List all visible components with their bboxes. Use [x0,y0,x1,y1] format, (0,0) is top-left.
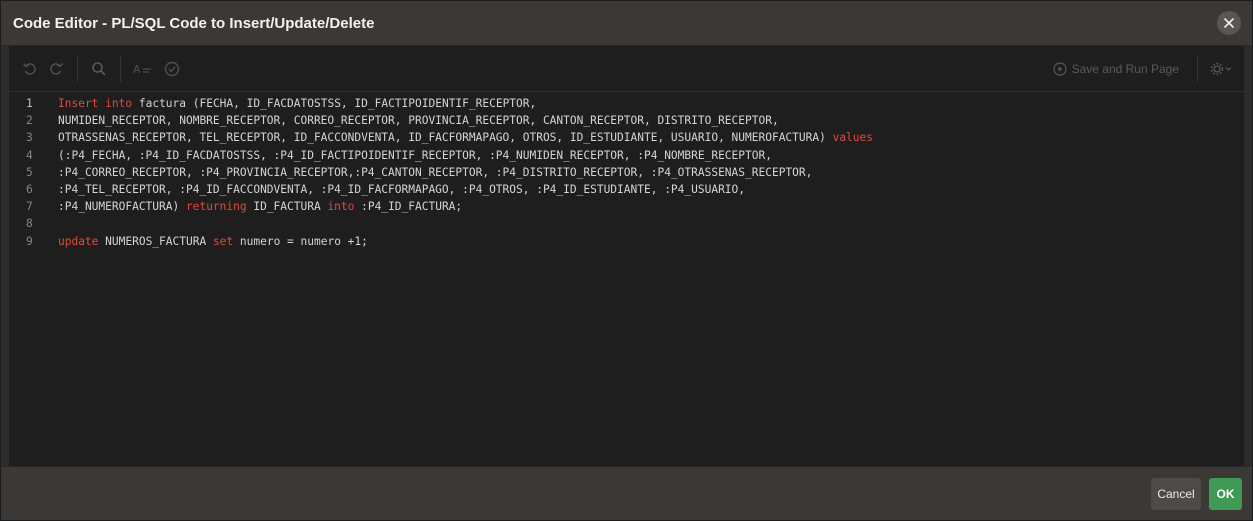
format-icon: A [133,63,151,76]
line-number: 5 [26,165,33,179]
line-number: 8 [26,217,33,231]
dialog-title: Code Editor - PL/SQL Code to Insert/Upda… [13,14,375,32]
code-editor[interactable]: 1 Insert into factura (FECHA, ID_FACDATOS… [9,92,1244,466]
code-token: :P4_NUMEROFACTURA) [58,200,186,214]
line-number: 1 [26,97,33,110]
code-token: NUMIDEN_RECEPTOR, NOMBRE_RECEPTOR, CORRE… [58,114,779,128]
code-token: :P4_TEL_RECEPTOR, :P4_ID_FACCONDVENTA, :… [58,182,746,196]
ok-button[interactable]: OK [1209,477,1242,510]
code-line[interactable]: 6 :P4_TEL_RECEPTOR, :P4_ID_FACCONDVENTA, … [9,181,1244,198]
line-number: 3 [26,131,33,145]
line-number: 9 [26,234,33,248]
sql-keyword: Insert [58,97,99,110]
editor-area: A Save and Run Page 1 Insert into factur… [9,46,1244,466]
code-token: (:P4_FECHA, :P4_ID_FACDATOSTSS, :P4_ID_F… [58,148,772,162]
toolbar-divider [120,55,121,82]
undo-button[interactable] [17,54,43,84]
code-text: :P4_TEL_RECEPTOR, :P4_ID_FACCONDVENTA, :… [47,181,745,198]
sql-keyword: values [832,131,873,145]
code-line[interactable]: 7 :P4_NUMEROFACTURA) returning ID_FACTURA… [9,198,1244,215]
code-line[interactable]: 8 [9,215,1244,232]
search-button[interactable] [86,54,112,84]
code-text: (:P4_FECHA, :P4_ID_FACDATOSTSS, :P4_ID_F… [47,147,772,164]
sql-keyword: set [212,234,234,248]
code-line[interactable]: 2 NUMIDEN_RECEPTOR, NOMBRE_RECEPTOR, CORR… [9,112,1244,129]
search-icon [92,61,106,76]
dialog-footer: Cancel OK [1,466,1252,520]
line-number: 2 [26,114,33,128]
close-button[interactable] [1217,11,1241,35]
code-token: NUMEROS_FACTURA [98,234,213,248]
code-line[interactable]: 5 :P4_CORREO_RECEPTOR, :P4_PROVINCIA_RECE… [9,164,1244,181]
save-and-run-label: Save and Run Page [1071,61,1179,76]
validate-button[interactable] [159,54,185,84]
code-text: :P4_NUMEROFACTURA) returning ID_FACTURA … [47,198,462,215]
redo-icon [50,62,64,75]
sql-keyword: into [327,200,355,214]
dialog-titlebar: Code Editor - PL/SQL Code to Insert/Upda… [1,1,1252,46]
toolbar-divider [77,55,78,82]
line-number: 4 [26,148,33,162]
sql-keyword: returning [185,200,247,214]
code-editor-dialog: Code Editor - PL/SQL Code to Insert/Upda… [0,0,1253,521]
code-token: factura (FECHA, ID_FACDATOSTSS, ID_FACTI… [132,97,537,110]
code-text: Insert into factura (FECHA, ID_FACDATOST… [47,95,536,112]
code-token: OTRASSENAS_RECEPTOR, TEL_RECEPTOR, ID_FA… [58,131,833,145]
code-token: ID_FACTURA [246,200,328,214]
code-line[interactable]: 1 Insert into factura (FECHA, ID_FACDATOS… [9,95,1244,112]
svg-text:A: A [133,63,141,76]
code-text: OTRASSENAS_RECEPTOR, TEL_RECEPTOR, ID_FA… [47,129,873,146]
code-text: update NUMEROS_FACTURA set numero = nume… [47,233,368,250]
validate-icon [164,61,180,76]
undo-icon [22,62,36,75]
play-icon [1052,61,1067,76]
code-line[interactable]: 4 (:P4_FECHA, :P4_ID_FACDATOSTSS, :P4_ID_… [9,147,1244,164]
toolbar-divider [1197,55,1198,82]
sql-keyword: into [105,97,133,110]
format-button[interactable]: A [129,54,159,84]
code-token: :P4_ID_FACTURA; [354,200,463,214]
editor-toolbar: A Save and Run Page [9,46,1244,92]
gear-icon [1210,62,1232,75]
line-number: 6 [26,182,33,196]
sql-keyword: update [58,234,99,248]
code-token: numero = numero +1; [233,234,368,248]
cancel-button[interactable]: Cancel [1151,477,1201,510]
code-token: :P4_CORREO_RECEPTOR, :P4_PROVINCIA_RECEP… [58,165,813,179]
line-number: 7 [26,200,33,214]
close-icon [1224,18,1234,28]
code-line[interactable]: 3 OTRASSENAS_RECEPTOR, TEL_RECEPTOR, ID_F… [9,129,1244,146]
code-text: NUMIDEN_RECEPTOR, NOMBRE_RECEPTOR, CORRE… [47,112,779,129]
redo-button[interactable] [43,54,69,84]
settings-menu-button[interactable] [1206,54,1238,84]
code-text: :P4_CORREO_RECEPTOR, :P4_PROVINCIA_RECEP… [47,164,812,181]
save-and-run-button[interactable]: Save and Run Page [1043,62,1189,76]
code-line[interactable]: 9 update NUMEROS_FACTURA set numero = num… [9,233,1244,250]
